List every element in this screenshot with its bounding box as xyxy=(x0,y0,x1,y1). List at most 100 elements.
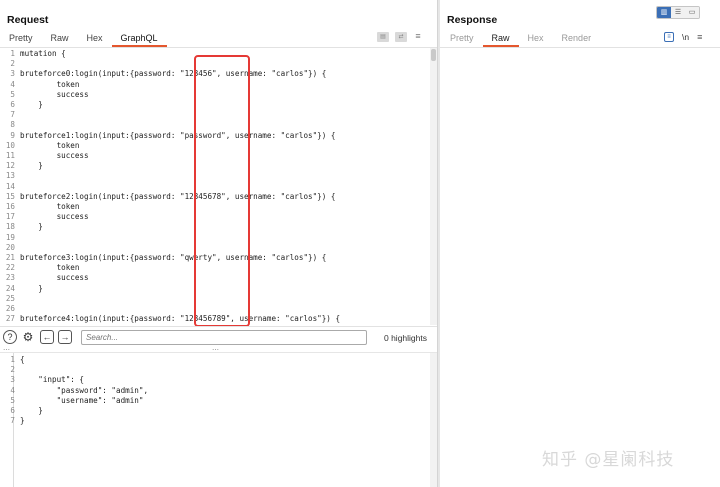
code-line: 15 bruteforce2:login(input:{password: "12… xyxy=(0,191,336,202)
line-number: 1 xyxy=(10,355,15,364)
code-line: 2 xyxy=(0,59,20,69)
code-text: success xyxy=(20,151,89,160)
highlights-count: 0 highlights xyxy=(383,333,427,343)
tab-raw[interactable]: Raw xyxy=(42,32,78,47)
help-icon[interactable]: ? xyxy=(3,330,17,344)
single-view-icon[interactable]: ▭ xyxy=(685,7,699,18)
line-number: 2 xyxy=(10,365,15,375)
pretty-print-icon[interactable]: ≡ xyxy=(664,32,674,42)
response-tab-separator xyxy=(440,47,720,48)
variables-scrollbar[interactable] xyxy=(430,353,437,487)
query-scrollbar[interactable] xyxy=(430,48,437,325)
code-line: 23 success xyxy=(0,273,89,283)
response-tab-raw[interactable]: Raw xyxy=(482,32,519,47)
line-number: 1 xyxy=(10,49,15,58)
line-number: 7 xyxy=(10,110,15,120)
code-text: success xyxy=(20,89,89,99)
query-editor[interactable]: 1 mutation {2 3 bruteforce0:login(input:{pa… xyxy=(0,48,430,325)
line-number: 17 xyxy=(5,212,15,222)
code-text: bruteforce3:login(input:{password: "qwer… xyxy=(20,253,327,262)
line-number: 9 xyxy=(10,130,15,140)
code-text: bruteforce0:login(input:{password: "1234… xyxy=(20,69,327,79)
code-text: "password": "admin", xyxy=(20,385,149,395)
search-input[interactable] xyxy=(81,330,367,345)
line-number: 6 xyxy=(10,100,15,109)
tab-graphql[interactable]: GraphQL xyxy=(111,32,167,47)
response-menu-icon[interactable]: ≡ xyxy=(697,32,702,42)
response-tabs: Pretty Raw Hex Render xyxy=(440,32,600,47)
search-bar: ? ⚙ ← → 0 highlights xyxy=(0,326,437,346)
line-number: 4 xyxy=(10,385,15,395)
code-line: 8 xyxy=(0,120,20,130)
request-tabs: Pretty Raw Hex GraphQL xyxy=(0,32,167,47)
tab-pretty[interactable]: Pretty xyxy=(0,32,42,47)
code-line: 13 xyxy=(0,171,20,181)
code-line: 21 bruteforce3:login(input:{password: "qw… xyxy=(0,253,326,263)
line-number: 16 xyxy=(5,202,15,211)
code-line: 26 xyxy=(0,304,20,314)
line-number: 5 xyxy=(10,395,15,405)
query-scroll-thumb[interactable] xyxy=(431,49,436,61)
code-line: 27 bruteforce4:login(input:{password: "12… xyxy=(0,314,340,324)
code-line: 3 bruteforce0:login(input:{password: "123… xyxy=(0,69,326,79)
newline-toggle[interactable]: \n xyxy=(682,32,689,42)
request-title: Request xyxy=(7,14,49,26)
line-number: 12 xyxy=(5,161,15,171)
line-number: 24 xyxy=(5,283,15,293)
code-line: 11 success xyxy=(0,151,89,161)
code-text: success xyxy=(20,212,89,222)
code-line: 9 bruteforce1:login(input:{password: "pas… xyxy=(0,131,335,141)
code-line: 6 } xyxy=(0,406,42,416)
code-line: 25 xyxy=(0,294,20,304)
line-number: 25 xyxy=(5,293,15,303)
split-view-icon[interactable]: ▥ xyxy=(657,7,671,18)
line-number: 19 xyxy=(5,232,15,242)
line-number: 15 xyxy=(5,191,15,201)
code-text: } xyxy=(20,100,43,109)
response-tab-hex[interactable]: Hex xyxy=(519,32,553,47)
code-line: 2 xyxy=(0,365,20,375)
request-panel: Request Pretty Raw Hex GraphQL ▤ ⇄ ≡ 1 mu… xyxy=(0,0,437,487)
code-line: 12 } xyxy=(0,161,43,171)
line-number: 5 xyxy=(10,89,15,99)
response-toolbar: ≡ \n ≡ xyxy=(664,32,702,42)
wrap-icon[interactable]: ⇄ xyxy=(395,32,407,42)
code-line: 24 } xyxy=(0,284,43,294)
format-icon[interactable]: ▤ xyxy=(377,32,389,42)
response-title: Response xyxy=(447,14,498,26)
variables-editor[interactable]: 1{2 3 "input": {4 "password": "admin", 5 "… xyxy=(0,352,437,487)
code-text: "username": "admin" xyxy=(20,395,144,405)
response-tab-render[interactable]: Render xyxy=(553,32,601,47)
forward-arrow-icon[interactable]: → xyxy=(58,330,72,344)
code-line: 6 } xyxy=(0,100,43,110)
menu-icon[interactable]: ≡ xyxy=(413,32,423,42)
watermark: 知乎 @星阑科技 xyxy=(542,450,675,470)
code-text: bruteforce4:login(input:{password: "1234… xyxy=(20,314,341,324)
back-arrow-icon[interactable]: ← xyxy=(40,330,54,344)
line-number: 20 xyxy=(5,242,15,252)
code-text: } xyxy=(20,416,25,426)
line-number: 4 xyxy=(10,79,15,89)
code-line: 10 token xyxy=(0,141,80,151)
line-number: 3 xyxy=(10,375,15,385)
response-tab-pretty[interactable]: Pretty xyxy=(440,32,483,47)
code-text: token xyxy=(20,79,80,89)
code-line: 5 success xyxy=(0,89,89,100)
tab-hex[interactable]: Hex xyxy=(78,32,112,47)
code-text: token xyxy=(20,263,80,273)
line-number: 21 xyxy=(5,253,15,262)
code-text: bruteforce1:login(input:{password: "pass… xyxy=(20,130,336,140)
line-number: 18 xyxy=(5,222,15,232)
line-number: 14 xyxy=(5,181,15,191)
line-number: 2 xyxy=(10,59,15,69)
code-text: "input": { xyxy=(20,375,85,385)
settings-gear-icon[interactable]: ⚙ xyxy=(21,330,35,344)
line-number: 6 xyxy=(10,406,15,415)
code-line: 18 } xyxy=(0,222,43,232)
horizontal-view-icon[interactable]: ☰ xyxy=(671,7,685,18)
code-line: 16 token xyxy=(0,202,80,212)
request-toolbar: ▤ ⇄ ≡ xyxy=(377,32,423,42)
line-number: 3 xyxy=(10,69,15,79)
line-number: 23 xyxy=(5,273,15,283)
code-line: 20 xyxy=(0,243,20,253)
